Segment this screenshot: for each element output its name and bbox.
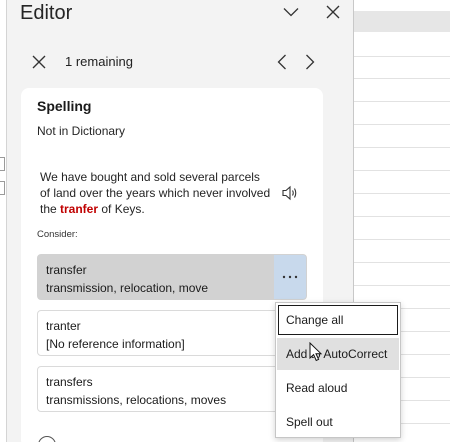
issue-type: Not in Dictionary bbox=[37, 124, 126, 138]
suggestion-item[interactable]: tranter [No reference information] bbox=[37, 310, 307, 356]
menu-item-add-to-autocorrect[interactable]: Add to AutoCorrect bbox=[277, 338, 399, 370]
document-control bbox=[0, 157, 5, 171]
grid-line bbox=[354, 262, 450, 263]
context-sentence: We have bought and sold several parcels … bbox=[40, 169, 272, 217]
remaining-count: 1 remaining bbox=[65, 54, 133, 69]
close-icon bbox=[32, 55, 46, 69]
mouse-cursor-icon bbox=[309, 342, 323, 362]
suggestion-synonyms: [No reference information] bbox=[46, 337, 185, 351]
menu-item-change-all[interactable]: Change all bbox=[277, 304, 399, 336]
previous-issue-button[interactable] bbox=[271, 50, 293, 74]
collapse-pane-button[interactable] bbox=[277, 0, 305, 24]
grid-line bbox=[354, 56, 450, 57]
context-after: of Keys. bbox=[98, 202, 145, 216]
grid-line bbox=[354, 216, 450, 217]
misspelled-word[interactable]: tranfer bbox=[60, 202, 98, 216]
read-aloud-button[interactable] bbox=[279, 183, 303, 203]
suggestion-word: transfer bbox=[46, 263, 87, 277]
more-options-button[interactable] bbox=[274, 255, 306, 299]
grid-line bbox=[354, 285, 450, 286]
grid-line bbox=[354, 170, 450, 171]
ignore-issue-button[interactable] bbox=[27, 50, 51, 74]
suggestion-synonyms: transmission, relocation, move bbox=[46, 281, 209, 295]
grid-line bbox=[354, 101, 450, 102]
next-issue-button[interactable] bbox=[299, 50, 321, 74]
suggestion-item[interactable]: transfer transmission, relocation, move bbox=[37, 254, 307, 300]
grid-line bbox=[354, 147, 450, 148]
consider-label: Consider: bbox=[37, 229, 78, 240]
menu-item-spell-out[interactable]: Spell out bbox=[277, 406, 399, 438]
document-control bbox=[0, 181, 5, 195]
card-title: Spelling bbox=[37, 98, 92, 114]
grid-line bbox=[354, 124, 450, 125]
suggestion-synonyms: transmissions, relocations, moves bbox=[46, 393, 227, 407]
grid-line bbox=[354, 193, 450, 194]
grid-line bbox=[354, 78, 450, 79]
chevron-down-icon bbox=[283, 8, 299, 17]
suggestion-context-menu: Change all Add to AutoCorrect Read aloud… bbox=[275, 302, 401, 438]
pane-title: Editor bbox=[20, 2, 73, 24]
ellipsis-icon bbox=[282, 275, 298, 279]
chevron-right-icon bbox=[306, 54, 315, 70]
grid-line bbox=[354, 239, 450, 240]
chevron-left-icon bbox=[277, 54, 286, 70]
suggestion-word: transfers bbox=[46, 375, 93, 389]
suggestion-item[interactable]: transfers transmissions, relocations, mo… bbox=[37, 366, 307, 412]
menu-item-read-aloud[interactable]: Read aloud bbox=[277, 372, 399, 404]
close-icon bbox=[326, 5, 340, 19]
speaker-icon bbox=[282, 185, 297, 201]
suggestion-word: tranter bbox=[46, 319, 81, 333]
document-header-band bbox=[354, 11, 450, 32]
close-pane-button[interactable] bbox=[321, 0, 345, 24]
